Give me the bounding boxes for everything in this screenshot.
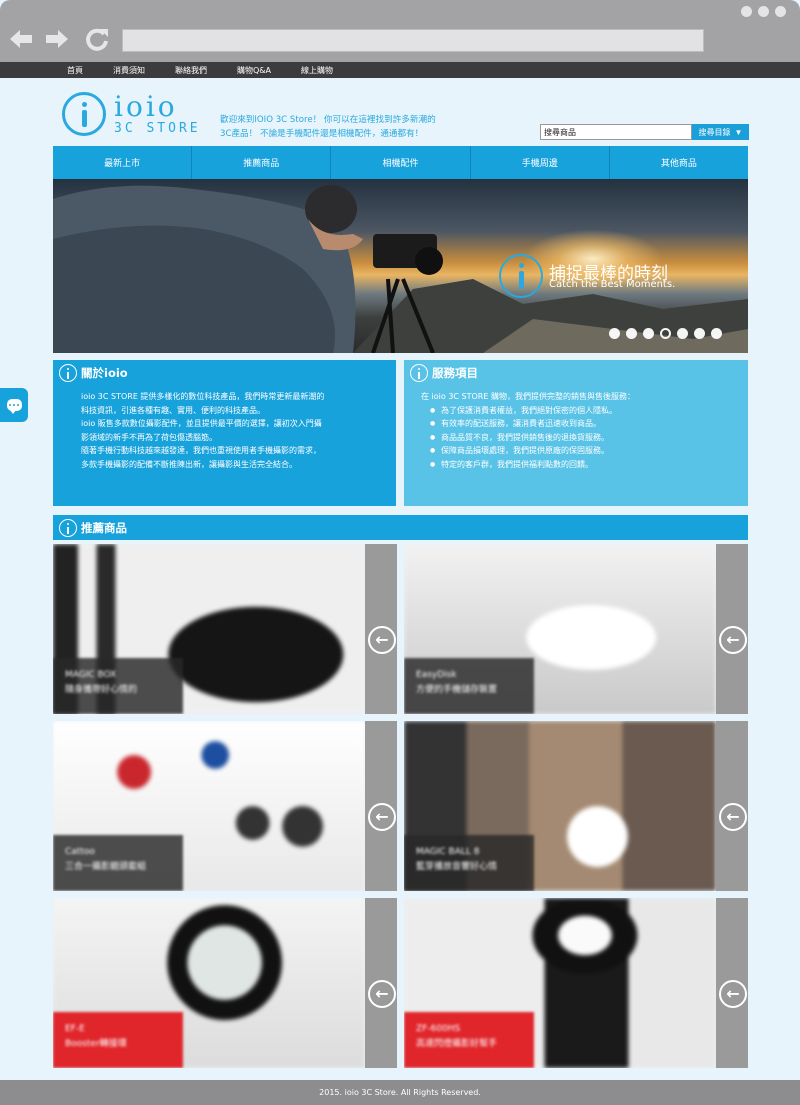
about-line: ioio 3C STORE 提供多樣化的數位科技產品，我們時常更新最新潮的 [81, 392, 325, 401]
slider-dot[interactable] [660, 328, 671, 339]
service-title: 服務項目 [432, 366, 478, 380]
nav-item-camera[interactable]: 相機配件 [331, 146, 471, 179]
product-card[interactable]: Cattoo 三合一攝影鏡頭套組 ← [53, 721, 397, 891]
browser-chrome [0, 0, 800, 62]
info-circle-icon [410, 364, 428, 382]
product-card[interactable]: MAGIC BOX 隨身攜帶好心情的 ← [53, 544, 397, 714]
about-line: ioio 販售多款數位攝影配件，並且提供最平價的選擇，讓初次入門攝 [81, 419, 322, 428]
product-label: EasyDisk 方便的手機儲存裝置 [404, 658, 534, 714]
service-item: 為了保護消費者權益，我們絕對保密的個人隱私。 [430, 404, 748, 418]
left-arrow-icon[interactable]: ← [719, 626, 747, 654]
nav-item-other[interactable]: 其他商品 [610, 146, 748, 179]
top-links-bar: 首頁 消費須知 聯絡我們 購物Q&A 線上購物 [0, 62, 800, 78]
top-link-shop[interactable]: 線上購物 [301, 65, 333, 76]
left-arrow-icon[interactable]: ← [719, 803, 747, 831]
window-controls [741, 6, 786, 17]
product-card[interactable]: ZF-600HS 高速閃燈攝影好幫手 ← [404, 898, 748, 1068]
about-text: ioio 3C STORE 提供多樣化的數位科技產品，我們時常更新最新潮的 科技資… [53, 390, 396, 471]
slider-dot[interactable] [626, 328, 637, 339]
hero-caption-en: Catch the Best Moments. [549, 279, 676, 290]
hero-slider[interactable]: 捕捉最棒的時刻 Catch the Best Moments. [53, 179, 748, 353]
service-item: 商品品質不良，我們提供銷售後的退換貨服務。 [430, 431, 748, 445]
top-link-home[interactable]: 首頁 [67, 65, 83, 76]
info-circle-icon [59, 364, 77, 382]
slider-dots [609, 328, 734, 339]
nav-item-new[interactable]: 最新上市 [53, 146, 193, 179]
recommend-title: 推薦商品 [81, 520, 127, 535]
top-link-contact[interactable]: 聯絡我們 [175, 65, 207, 76]
search-button-label: 搜尋目錄 [698, 127, 731, 137]
tagline-line: 歡迎來到IOIO 3C Store！ 你可以在這裡找到許多新潮的 [220, 115, 436, 125]
left-arrow-icon[interactable]: ← [719, 980, 747, 1008]
top-link-faq[interactable]: 購物Q&A [237, 65, 271, 76]
dropdown-arrow-icon: ▼ [734, 127, 743, 137]
slider-dot[interactable] [711, 328, 722, 339]
footer: 2015. ioio 3C Store. All Rights Reserved… [0, 1080, 800, 1105]
nav-item-phone[interactable]: 手機周邊 [471, 146, 610, 179]
service-item: 特定的客戶群，我們提供福利點數的回饋。 [430, 458, 748, 472]
nav-item-recommended[interactable]: 推薦商品 [192, 146, 332, 179]
about-line: 科技資訊，引進各種有趣、實用、便利的科技產品。 [81, 405, 265, 415]
chat-button[interactable] [0, 388, 28, 422]
service-item: 有效率的配送服務，讓消費者迅速收到商品。 [430, 417, 748, 431]
window-dot[interactable] [775, 6, 786, 17]
logo-subtitle: 3C STORE [114, 121, 201, 136]
slider-dot[interactable] [609, 328, 620, 339]
about-line: 影領域的新手不再為了荷包傷透腦筋。 [81, 432, 217, 442]
reload-icon[interactable] [84, 26, 110, 52]
service-list: 為了保護消費者權益，我們絕對保密的個人隱私。有效率的配送服務，讓消費者迅速收到商… [421, 404, 748, 472]
slider-dot[interactable] [677, 328, 688, 339]
window-dot[interactable] [758, 6, 769, 17]
product-label: Cattoo 三合一攝影鏡頭套組 [53, 835, 183, 891]
about-line: 隨著手機行動科技越來越發達，我們也重視使用者手機攝影的需求， [81, 446, 321, 455]
recommend-header: 推薦商品 [53, 515, 748, 540]
about-title: 關於ioio [81, 366, 128, 380]
info-circle-icon [59, 518, 77, 537]
info-logo-icon [62, 92, 106, 136]
product-label: ZF-600HS 高速閃燈攝影好幫手 [404, 1012, 534, 1068]
product-card[interactable]: EasyDisk 方便的手機儲存裝置 ← [404, 544, 748, 714]
left-arrow-icon[interactable]: ← [368, 803, 396, 831]
product-card[interactable]: MAGIC BALL 8 藍芽播放音響好心情 ← [404, 721, 748, 891]
search-input[interactable] [540, 124, 692, 140]
info-circle-icon [499, 254, 543, 298]
service-item: 保障商品損壞處理，我們提供原廠的保固服務。 [430, 444, 748, 458]
back-arrow-icon[interactable] [8, 26, 34, 52]
top-link-consumer-notice[interactable]: 消費須知 [113, 65, 145, 76]
slider-dot[interactable] [643, 328, 654, 339]
site-logo[interactable]: ioio 3C STORE [62, 92, 201, 136]
product-label: MAGIC BOX 隨身攜帶好心情的 [53, 658, 183, 714]
tagline: 歡迎來到IOIO 3C Store！ 你可以在這裡找到許多新潮的 3C產品！ 不… [220, 113, 480, 141]
left-arrow-icon[interactable]: ← [368, 626, 396, 654]
about-line: 多款手機攝影的配備不斷推陳出新，讓攝影與生活完全結合。 [81, 459, 297, 469]
left-arrow-icon[interactable]: ← [368, 980, 396, 1008]
product-label: MAGIC BALL 8 藍芽播放音響好心情 [404, 835, 534, 891]
tagline-line: 3C產品！ 不論是手機配件還是相機配件，通通都有！ [220, 129, 424, 139]
slider-dot[interactable] [694, 328, 705, 339]
logo-name: ioio [114, 90, 178, 123]
window-dot[interactable] [741, 6, 752, 17]
address-bar[interactable] [122, 29, 704, 52]
product-card[interactable]: EF-E Booster轉接環 ← [53, 898, 397, 1068]
product-label: EF-E Booster轉接環 [53, 1012, 183, 1068]
main-nav: 最新上市 推薦商品 相機配件 手機周邊 其他商品 [53, 146, 748, 179]
chat-bubble-icon [6, 399, 22, 414]
service-intro: 在 ioio 3C STORE 購物，我們提供完整的銷售與售後服務： [421, 392, 635, 401]
service-panel: 服務項目 在 ioio 3C STORE 購物，我們提供完整的銷售與售後服務： … [404, 360, 748, 506]
search-catalog-button[interactable]: 搜尋目錄 ▼ [692, 124, 749, 140]
forward-arrow-icon[interactable] [44, 26, 70, 52]
about-panel: 關於ioio ioio 3C STORE 提供多樣化的數位科技產品，我們時常更新… [53, 360, 396, 506]
